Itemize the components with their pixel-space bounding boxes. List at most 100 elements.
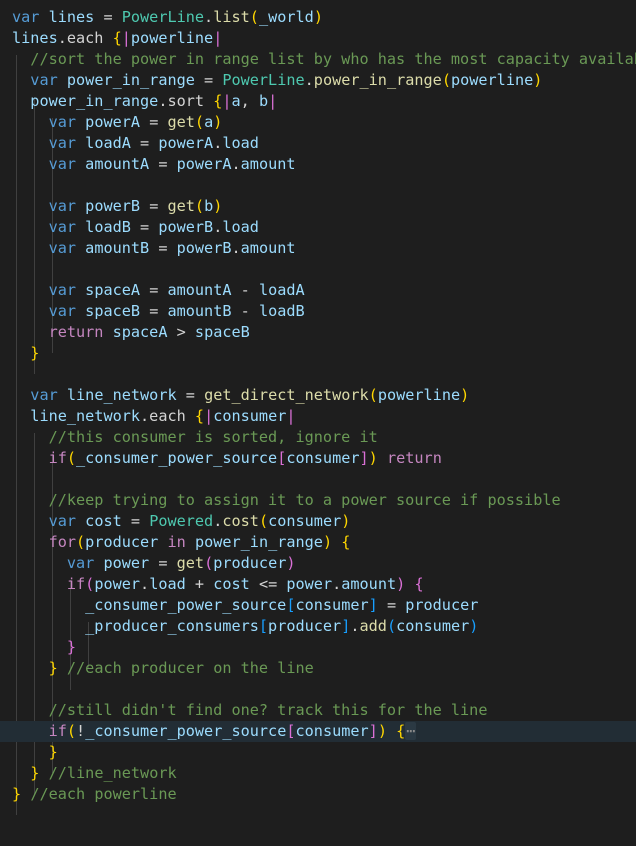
code-line[interactable]: return spaceA > spaceB — [0, 322, 636, 343]
code-fold-placeholder[interactable]: ⋯ — [405, 722, 417, 740]
code-line[interactable]: var lines = PowerLine.list(_world) — [0, 7, 636, 28]
token-bracket: ] — [359, 449, 369, 467]
code-line[interactable]: _producer_consumers[producer].add(consum… — [0, 616, 636, 637]
token-bracket: ) — [213, 113, 223, 131]
token-bracket: ( — [441, 71, 451, 89]
code-line[interactable]: } — [0, 637, 636, 658]
token-comment: //each powerline — [30, 785, 177, 803]
token-bracket: { — [213, 92, 223, 110]
token-function: get_direct_network — [204, 386, 369, 404]
token-function: power_in_range — [313, 71, 442, 89]
token-function: add — [359, 617, 387, 635]
token-bracket: [ — [258, 617, 269, 635]
code-line-active[interactable]: if(!_consumer_power_source[consumer]) {⋯ — [0, 721, 636, 742]
token-bracket: } — [66, 638, 77, 656]
token-bracket: ] — [368, 596, 378, 614]
token-control: in — [167, 533, 186, 551]
token-keyword: var — [12, 8, 40, 26]
code-line[interactable]: //still didn't find one? track this for … — [0, 700, 636, 721]
token-bracket: { — [194, 407, 205, 425]
code-line-blank[interactable] — [0, 469, 636, 490]
token-bracket: { — [341, 533, 351, 551]
code-line[interactable]: var spaceA = amountA - loadA — [0, 280, 636, 301]
code-line[interactable]: for(producer in power_in_range) { — [0, 532, 636, 553]
token-keyword: var — [48, 302, 77, 320]
token-comment: //still didn't find one? track this for … — [48, 701, 488, 719]
token-bracket: ( — [386, 617, 397, 635]
token-control: if — [48, 449, 67, 467]
token-control: return — [48, 323, 104, 341]
token-keyword: var — [48, 134, 77, 152]
token-bracket: } — [48, 659, 58, 677]
code-line[interactable]: } //line_network — [0, 763, 636, 784]
token-bracket: ( — [76, 533, 86, 551]
token-bracket: ( — [85, 575, 95, 593]
code-line[interactable]: } — [0, 742, 636, 763]
token-bracket: ) — [322, 533, 333, 551]
token-bracket: ( — [249, 8, 259, 26]
token-keyword: var — [48, 512, 77, 530]
token-keyword: var — [48, 113, 77, 131]
code-line[interactable]: //this consumer is sorted, ignore it — [0, 427, 636, 448]
code-line[interactable]: var loadB = powerB.load — [0, 217, 636, 238]
token-class: PowerLine — [121, 8, 205, 26]
token-function: get — [167, 197, 195, 215]
token-identifier: lines — [12, 29, 58, 47]
token-keyword: var — [48, 281, 77, 299]
token-keyword: var — [30, 386, 58, 404]
code-line[interactable]: var amountB = powerB.amount — [0, 238, 636, 259]
code-line-blank[interactable] — [0, 259, 636, 280]
code-line[interactable]: var powerB = get(b) — [0, 196, 636, 217]
token-bracket: [ — [286, 722, 296, 740]
code-line[interactable]: //sort the power in range list by who ha… — [0, 49, 636, 70]
token-function: cost — [222, 512, 259, 530]
code-line[interactable]: } //each powerline — [0, 784, 636, 805]
code-line[interactable]: lines.each {|powerline| — [0, 28, 636, 49]
code-editor-pane[interactable]: var lines = PowerLine.list(_world) lines… — [0, 0, 636, 846]
token-keyword: var — [48, 197, 77, 215]
code-line[interactable]: } //each producer on the line — [0, 658, 636, 679]
code-line[interactable]: var loadA = powerA.load — [0, 133, 636, 154]
token-comment: //sort the power in range list by who ha… — [30, 50, 636, 68]
token-bracket: ( — [194, 197, 205, 215]
code-line-blank[interactable] — [0, 175, 636, 196]
code-line[interactable]: var powerA = get(a) — [0, 112, 636, 133]
token-comment: //this consumer is sorted, ignore it — [48, 428, 378, 446]
code-line[interactable]: var amountA = powerA.amount — [0, 154, 636, 175]
code-line-blank[interactable] — [0, 364, 636, 385]
code-line[interactable]: var line_network = get_direct_network(po… — [0, 385, 636, 406]
token-bracket: } — [30, 344, 40, 362]
token-identifier: lines — [48, 8, 95, 26]
token-class: Powered — [149, 512, 214, 530]
token-keyword: var — [30, 71, 58, 89]
token-bracket: ) — [213, 197, 223, 215]
token-bracket: ( — [194, 113, 205, 131]
code-line[interactable]: if(power.load + cost <= power.amount) { — [0, 574, 636, 595]
token-bracket: ( — [258, 512, 269, 530]
token-bracket: ( — [66, 722, 77, 740]
token-bracket: ( — [66, 449, 77, 467]
code-line[interactable]: if(_consumer_power_source[consumer]) ret… — [0, 448, 636, 469]
code-line[interactable]: //keep trying to assign it to a power so… — [0, 490, 636, 511]
code-line[interactable]: _consumer_power_source[consumer] = produ… — [0, 595, 636, 616]
token-bracket: ) — [341, 512, 351, 530]
token-bracket: | — [204, 407, 214, 425]
token-comment: //each producer on the line — [66, 659, 314, 677]
token-bracket: ) — [396, 575, 406, 593]
token-comment: //keep trying to assign it to a power so… — [48, 491, 561, 509]
token-bracket: { — [112, 29, 122, 47]
code-line-blank[interactable] — [0, 679, 636, 700]
code-line[interactable]: var power = get(producer) — [0, 553, 636, 574]
code-line[interactable]: line_network.each {|consumer| — [0, 406, 636, 427]
code-line[interactable]: power_in_range.sort {|a, b| — [0, 91, 636, 112]
token-bracket: ] — [341, 617, 351, 635]
code-line[interactable]: var spaceB = amountB - loadB — [0, 301, 636, 322]
token-keyword: var — [66, 554, 95, 572]
token-bracket: { — [414, 575, 424, 593]
code-line[interactable]: var power_in_range = PowerLine.power_in_… — [0, 70, 636, 91]
code-line[interactable]: var cost = Powered.cost(consumer) — [0, 511, 636, 532]
token-bracket: ) — [368, 449, 378, 467]
code-line[interactable]: } — [0, 343, 636, 364]
token-bracket: | — [222, 92, 232, 110]
token-bracket: [ — [277, 449, 287, 467]
